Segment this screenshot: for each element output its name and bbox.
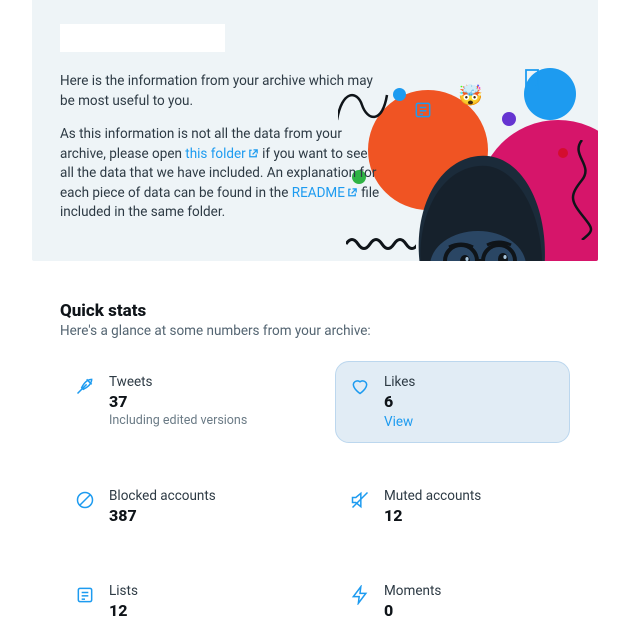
stat-lists: Lists 12 (60, 570, 295, 633)
quick-stats-title: Quick stats (60, 301, 570, 321)
stat-value: 12 (109, 601, 280, 620)
scribble-graphic (564, 140, 598, 240)
hero-banner: Here is the information from your archiv… (32, 0, 598, 261)
mute-icon (350, 490, 370, 510)
scribble-wave-graphic (346, 235, 416, 253)
decor-circle-purple (502, 112, 516, 126)
stat-label: Muted accounts (384, 488, 555, 504)
stat-note: Including edited versions (109, 413, 280, 428)
stat-value: 6 (384, 392, 555, 411)
bookmark-icon (523, 68, 541, 94)
intro-text-1: Here is the information from your archiv… (60, 72, 380, 111)
feather-icon (75, 376, 95, 396)
exploding-head-emoji: 🤯 (458, 83, 483, 107)
stats-grid: Tweets 37 Including edited versions Like… (60, 361, 570, 633)
stat-value: 387 (109, 506, 280, 525)
stat-label: Blocked accounts (109, 488, 280, 504)
readme-link[interactable]: README (292, 185, 358, 201)
readme-link-text: README (292, 185, 345, 201)
external-link-icon (347, 187, 358, 198)
decor-circle-bluesm (393, 88, 406, 101)
stat-label: Lists (109, 583, 280, 599)
lightning-icon (350, 585, 370, 605)
stat-blocked: Blocked accounts 387 (60, 475, 295, 538)
this-folder-link-text: this folder (185, 146, 245, 162)
note-icon (413, 100, 433, 124)
stat-moments: Moments 0 (335, 570, 570, 633)
intro-text-2: As this information is not all the data … (60, 125, 380, 223)
stat-label: Tweets (109, 374, 280, 390)
person-head-graphic (403, 151, 553, 261)
external-link-icon (248, 148, 259, 159)
list-icon (75, 585, 95, 605)
logo-placeholder (60, 24, 225, 52)
stat-label: Moments (384, 583, 555, 599)
view-link[interactable]: View (384, 414, 413, 430)
stat-value: 37 (109, 392, 280, 411)
stat-label: Likes (384, 374, 555, 390)
stat-value: 12 (384, 506, 555, 525)
stat-value: 0 (384, 601, 555, 620)
stat-muted: Muted accounts 12 (335, 475, 570, 538)
this-folder-link[interactable]: this folder (185, 146, 258, 162)
stat-tweets: Tweets 37 Including edited versions (60, 361, 295, 443)
quick-stats-section: Quick stats Here's a glance at some numb… (0, 261, 630, 633)
heart-icon (350, 376, 370, 396)
quick-stats-subtitle: Here's a glance at some numbers from you… (60, 323, 570, 339)
stat-likes[interactable]: Likes 6 View (335, 361, 570, 443)
block-icon (75, 490, 95, 510)
